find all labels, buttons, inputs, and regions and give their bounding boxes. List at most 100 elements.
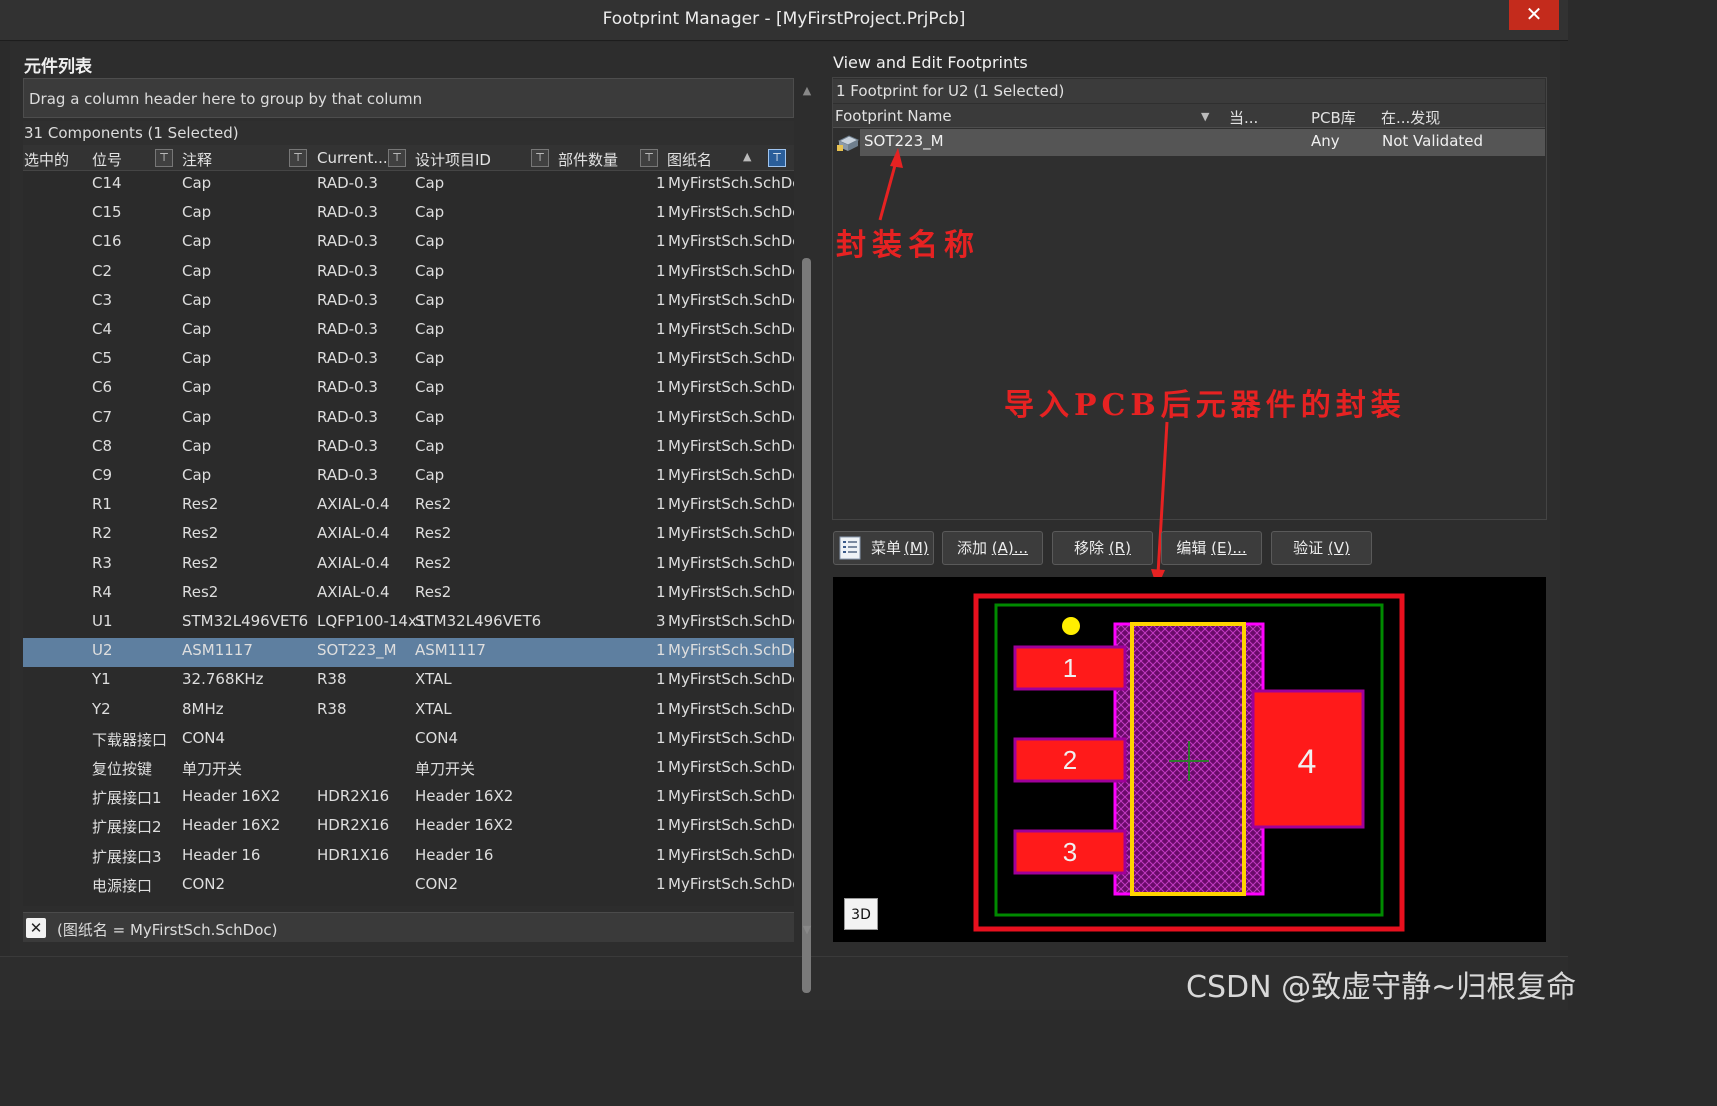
cell-comment: Cap [182,261,212,280]
col-designator[interactable]: 位号 [92,149,122,170]
chevron-down-icon[interactable]: ▼ [1201,110,1209,123]
table-row[interactable]: C8 Cap RAD-0.3 Cap 1MyFirstSch.SchDoc [23,434,794,463]
cell-comment: Res2 [182,582,219,601]
table-row[interactable]: U1 STM32L496VET6 LQFP100-14x1 STM32L496VET6… [23,609,794,638]
cell-designator: 扩展接口3 [92,847,162,866]
cell-sheet: MyFirstSch.SchDoc [668,845,794,864]
table-row[interactable]: C6 Cap RAD-0.3 Cap 1MyFirstSch.SchDoc [23,375,794,404]
col-found-in[interactable]: 在...发现 [1381,107,1440,128]
cell-part-count: 1 [656,874,666,893]
col-sheet[interactable]: 图纸名 [667,149,712,170]
edit-button[interactable]: 编辑 (E)... [1161,531,1262,565]
table-row[interactable]: C14 Cap RAD-0.3 Cap 1MyFirstSch.SchDoc [23,171,794,200]
table-row[interactable]: 下载器接口 CON4 CON4 1MyFirstSch.SchDoc [23,726,794,755]
cell-current-footprint: HDR2X16 [317,787,390,806]
table-row[interactable]: C15 Cap RAD-0.3 Cap 1MyFirstSch.SchDoc [23,200,794,229]
cell-design-id: Cap [415,320,445,338]
filter-current-icon[interactable]: ⊤ [388,149,406,167]
pad-2-label: 2 [1063,745,1077,775]
filter-designator-icon[interactable]: ⊤ [155,149,173,167]
cell-current-footprint: AXIAL-0.4 [317,524,390,543]
cell-designator: C15 [92,203,122,222]
cell-design-id: Cap [415,349,445,368]
table-row[interactable]: 电源接口 CON2 CON2 1MyFirstSch.SchDoc [23,872,794,901]
col-fp-current[interactable]: 当... [1229,107,1258,128]
validate-label: 验证 [1293,539,1324,557]
cell-comment: Cap [182,349,212,368]
table-row[interactable]: R3 Res2 AXIAL-0.4 Res2 1MyFirstSch.SchDoc [23,551,794,580]
cell-design-id: 单刀开关 [415,760,476,778]
table-row[interactable]: 扩展接口2 Header 16X2 HDR2X16 Header 16X2 1 MyFir… [23,813,794,842]
footprint-row-selected[interactable]: SOT223_M Any Not Validated [860,129,1545,156]
table-row[interactable]: R2 Res2 AXIAL-0.4 Res2 1MyFirstSch.SchDoc [23,521,794,550]
cell-part-count: 1 [656,174,666,192]
cell-design-id: Header 16 [415,845,494,864]
cell-design-id: Res2 [415,553,452,572]
component-list-scrollbar[interactable]: ▲ ▼ [797,78,817,993]
filter-comment-icon[interactable]: ⊤ [289,149,307,167]
close-button[interactable]: ✕ [1509,0,1559,30]
table-row[interactable]: R4 Res2 AXIAL-0.4 Res2 1MyFirstSch.SchDoc [23,580,794,609]
footprint-preview[interactable]: 1 2 3 4 3D [833,577,1546,942]
cell-part-count: 1 [656,407,666,426]
col-current[interactable]: Current... [317,149,388,167]
table-row[interactable]: C3 Cap RAD-0.3 Cap 1MyFirstSch.SchDoc [23,288,794,317]
table-row[interactable]: C16 Cap RAD-0.3 Cap 1MyFirstSch.SchDoc [23,229,794,258]
component-list-title: 元件列表 [24,57,92,77]
filter-expression[interactable]: (图纸名 = MyFirstSch.SchDoc) [57,919,278,940]
cell-design-id: Res2 [415,524,452,543]
cell-design-id: Cap [415,466,445,484]
filter-sheet-icon[interactable]: ⊤ [768,149,786,167]
scroll-up-icon[interactable]: ▲ [797,84,817,97]
cell-designator: 电源接口 [92,876,153,895]
table-row[interactable]: R1 Res2 AXIAL-0.4 Res2 1MyFirstSch.SchDoc [23,492,794,521]
table-row[interactable]: 扩展接口3 Header 16 HDR1X16 Header 16 1 MyFirstSc… [23,843,794,872]
scrollbar-thumb[interactable] [802,258,811,993]
remove-button[interactable]: 移除 (R) [1052,531,1153,565]
cell-current-footprint: RAD-0.3 [317,290,378,309]
table-row[interactable]: C2 Cap RAD-0.3 Cap 1MyFirstSch.SchDoc [23,259,794,288]
col-pcb-lib[interactable]: PCB库 [1311,107,1356,128]
menu-list-icon [839,536,861,560]
table-row[interactable]: C7 Cap RAD-0.3 Cap 1MyFirstSch.SchDoc [23,405,794,434]
validate-button[interactable]: 验证 (V) [1271,531,1372,565]
table-row[interactable]: C9 Cap RAD-0.3 Cap 1MyFirstSch.SchDoc [23,463,794,492]
table-row[interactable]: 复位按键 单刀开关 单刀开关 1MyFirstSch.SchDoc [23,755,794,784]
footprint-caption: 1 Footprint for U2 (1 Selected) [833,79,1545,103]
table-row[interactable]: C4 Cap RAD-0.3 Cap 1MyFirstSch.SchDoc [23,317,794,346]
sort-ascending-icon[interactable]: ▲ [743,150,751,163]
cell-comment: Cap [182,174,212,192]
cell-part-count: 1 [656,261,666,280]
table-row[interactable]: C5 Cap RAD-0.3 Cap 1MyFirstSch.SchDoc [23,346,794,375]
cell-design-id: Header 16X2 [415,816,514,835]
toggle-3d-button[interactable]: 3D [844,898,878,930]
table-row[interactable]: Y2 8MHz R38 XTAL 1MyFirstSch.SchDoc [23,697,794,726]
cell-part-count: 1 [656,641,666,660]
col-footprint-name[interactable]: Footprint Name [835,107,952,125]
col-design-id[interactable]: 设计项目ID [415,149,491,170]
col-comment[interactable]: 注释 [182,149,212,170]
table-row-selected[interactable]: U2 ASM1117 SOT223_M ASM1117 1 MyFirstSch.SchD… [23,638,794,668]
filter-count-icon[interactable]: ⊤ [640,149,658,167]
col-selected[interactable]: 选中的 [24,149,69,170]
footprint-pcb-lib: Any [1311,132,1340,150]
add-button[interactable]: 添加 (A)... [942,531,1043,565]
filter-design-id-icon[interactable]: ⊤ [531,149,549,167]
cell-sheet: MyFirstSch.SchDoc [668,758,794,776]
cell-current-footprint: HDR2X16 [317,816,390,835]
group-by-area[interactable]: Drag a column header here to group by th… [23,78,794,118]
clear-filter-icon[interactable]: ✕ [26,918,46,938]
component-count: 31 Components (1 Selected) [23,121,794,145]
footprint-column-header: Footprint Name ▼ 当... PCB库 在...发现 [833,104,1545,128]
scroll-down-icon[interactable]: ▼ [797,923,817,936]
table-row[interactable]: Y1 32.768KHz R38 XTAL 1MyFirstSch.SchDoc [23,667,794,696]
table-row[interactable]: 扩展接口1 Header 16X2 HDR2X16 Header 16X2 1 MyFir… [23,784,794,813]
cell-current-footprint: R38 [317,670,347,689]
cell-sheet: MyFirstSch.SchDoc [668,582,794,601]
cell-design-id: Cap [415,203,445,222]
menu-button[interactable]: 菜单 (M) [833,531,934,565]
menu-shortcut: (M) [904,539,929,557]
cell-design-id: CON4 [415,728,459,747]
col-count[interactable]: 部件数量 [558,149,618,170]
cell-sheet: MyFirstSch.SchDoc [668,874,794,893]
